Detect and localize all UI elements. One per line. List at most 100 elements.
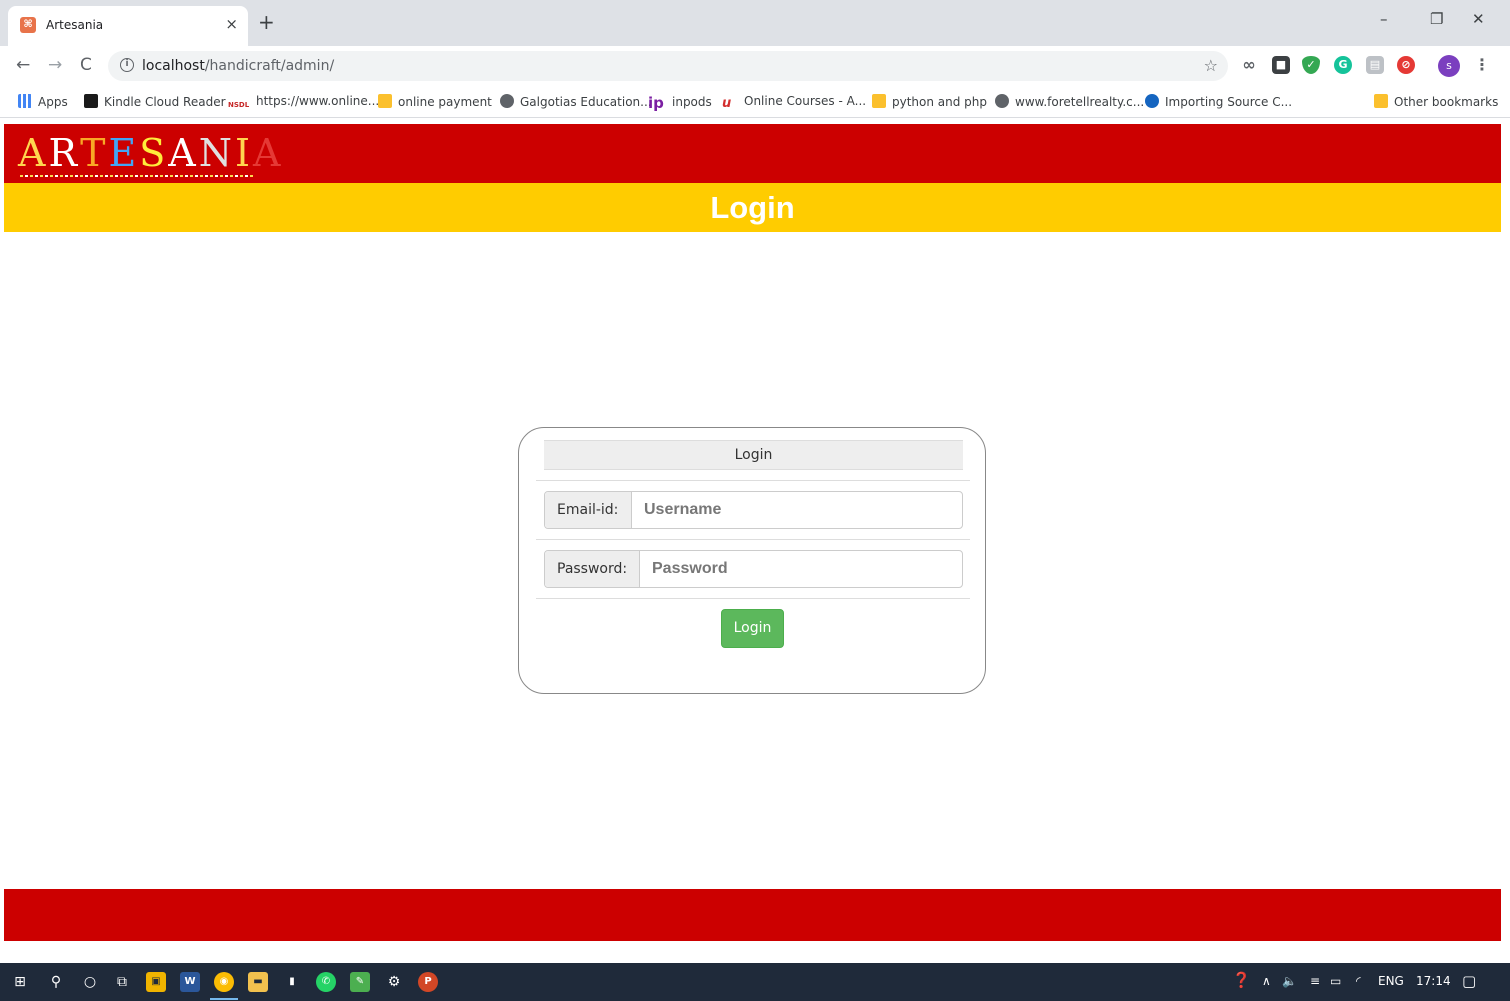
page-title: Login <box>710 190 795 225</box>
login-button[interactable]: Login <box>721 609 784 648</box>
cube-extension-icon[interactable]: ■ <box>1272 56 1290 74</box>
help-icon[interactable]: ❓ <box>1232 971 1251 989</box>
shield-extension-icon[interactable]: ✓ <box>1302 56 1320 74</box>
store-icon[interactable]: ▣ <box>146 972 166 992</box>
tab-title: Artesania <box>46 18 104 32</box>
network-icon[interactable]: ≡ <box>1310 974 1320 988</box>
search-icon[interactable]: ⚲ <box>46 972 66 992</box>
logo-letter: A <box>168 131 199 175</box>
divider <box>536 539 970 540</box>
email-label: Email-id: <box>545 492 632 528</box>
wifi-icon[interactable]: ◜ <box>1356 974 1361 988</box>
browser-menu-icon[interactable]: ⋮ <box>1474 55 1490 74</box>
bookmark-galgotias[interactable]: Galgotias Education... <box>500 94 652 109</box>
login-form: Login Email-id: Password: Login <box>518 427 986 694</box>
udemy-icon: u <box>722 96 732 111</box>
address-bar[interactable]: i localhost/handicraft/admin/ ☆ <box>108 51 1228 81</box>
bookmark-label: python and php <box>892 95 988 109</box>
powerpoint-icon[interactable]: P <box>418 972 438 992</box>
site-info-icon[interactable]: i <box>120 58 134 72</box>
web-page: ARTESANIA Login Login Email-id: Password… <box>4 124 1501 941</box>
bookmark-other[interactable]: Other bookmarks <box>1374 94 1498 109</box>
url-path: /handicraft/admin/ <box>204 58 335 74</box>
grammarly-extension-icon[interactable]: G <box>1334 56 1352 74</box>
address-url: localhost/handicraft/admin/ <box>142 58 334 74</box>
file-explorer-icon[interactable]: ▬ <box>248 972 268 992</box>
importing-source-icon <box>1145 94 1159 108</box>
tray-chevron-icon[interactable]: ∧ <box>1262 974 1271 988</box>
folder-icon <box>378 94 392 108</box>
divider <box>536 598 970 599</box>
chrome-icon[interactable]: ◉ <box>210 972 238 1000</box>
inpods-icon: ip <box>648 94 664 112</box>
window-close-button[interactable]: ✕ <box>1472 10 1485 28</box>
password-label: Password: <box>545 551 640 587</box>
bookmark-kindle[interactable]: Kindle Cloud Reader <box>84 94 226 109</box>
site-header: ARTESANIA <box>4 124 1501 183</box>
volume-icon[interactable]: 🔈 <box>1282 974 1297 988</box>
infinity-extension-icon[interactable]: ∞ <box>1240 56 1258 74</box>
document-icon[interactable]: ▮ <box>282 972 302 992</box>
site-footer <box>4 889 1501 941</box>
windows-start-icon[interactable]: ⊞ <box>10 972 30 992</box>
password-input[interactable] <box>640 551 962 587</box>
bookmark-label: www.foretellrealty.c... <box>1015 95 1145 109</box>
page-title-bar: Login <box>4 183 1501 232</box>
bookmark-label: Importing Source C... <box>1165 95 1293 109</box>
reload-icon[interactable]: C <box>80 55 92 75</box>
whatsapp-icon[interactable]: ✆ <box>316 972 336 992</box>
bookmark-foretellrealty[interactable]: www.foretellrealty.c... <box>995 94 1144 109</box>
bookmark-inpods[interactable]: ip inpods <box>648 94 712 112</box>
tab-close-icon[interactable]: × <box>225 15 238 33</box>
cortana-icon[interactable]: ○ <box>80 972 100 992</box>
new-tab-button[interactable]: + <box>258 12 275 32</box>
logo-letter: N <box>198 131 235 175</box>
bookmark-online-courses[interactable]: u Online Courses - A... <box>722 94 867 111</box>
task-view-icon[interactable]: ⧉ <box>112 972 132 992</box>
clock[interactable]: 17:14 <box>1416 974 1451 988</box>
bookmark-importing-source[interactable]: Importing Source C... <box>1145 94 1292 109</box>
bookmark-label: Other bookmarks <box>1394 95 1499 109</box>
forward-arrow-icon[interactable]: → <box>48 55 62 75</box>
bookmarks-bar: Apps Kindle Cloud Reader NSDL https://www… <box>0 86 1510 118</box>
bookmark-nsdl[interactable]: NSDL https://www.online... <box>228 94 379 115</box>
apps-grid-icon <box>18 94 32 108</box>
language-indicator[interactable]: ENG <box>1378 974 1404 988</box>
folder-icon <box>872 94 886 108</box>
profile-avatar[interactable]: s <box>1438 55 1460 77</box>
notepad-icon[interactable]: ✎ <box>350 972 370 992</box>
artesania-logo[interactable]: ARTESANIA <box>18 132 283 174</box>
window-maximize-button[interactable]: ❐ <box>1430 10 1443 28</box>
logo-letter: R <box>48 131 81 175</box>
logo-letter: A <box>18 131 49 175</box>
folder-icon <box>1374 94 1388 108</box>
bookmark-label: Online Courses - A... <box>744 94 867 108</box>
site-favicon-icon: ⌘ <box>20 17 36 33</box>
clipboard-extension-icon[interactable]: ▤ <box>1366 56 1384 74</box>
email-input[interactable] <box>632 492 962 528</box>
bookmark-apps[interactable]: Apps <box>18 94 68 109</box>
divider <box>536 480 970 481</box>
bookmark-online-payment[interactable]: online payment <box>378 94 492 109</box>
notifications-icon[interactable]: ▢ <box>1462 972 1476 990</box>
email-input-group: Email-id: <box>544 491 963 529</box>
bookmark-star-icon[interactable]: ☆ <box>1204 56 1218 75</box>
kindle-icon <box>84 94 98 108</box>
logo-letter: A <box>252 131 284 175</box>
login-form-heading: Login <box>544 440 963 470</box>
windows-taskbar: ⊞ ⚲ ○ ⧉ ▣ W ◉ ▬ ▮ ✆ ✎ ⚙ P ❓ ∧ 🔈 ≡ ▭ ◜ EN… <box>0 963 1510 1001</box>
logo-letter: I <box>234 131 253 175</box>
bookmark-python-php[interactable]: python and php <box>872 94 987 109</box>
word-icon[interactable]: W <box>180 972 200 992</box>
logo-dotted-underline <box>20 175 254 177</box>
adblock-extension-icon[interactable]: ⊘ <box>1397 56 1415 74</box>
window-minimize-button[interactable]: – <box>1380 10 1388 28</box>
browser-tab-artesania[interactable]: ⌘ Artesania × <box>8 6 248 46</box>
password-input-group: Password: <box>544 550 963 588</box>
battery-icon[interactable]: ▭ <box>1330 974 1341 988</box>
logo-letter: E <box>108 131 140 175</box>
bookmark-label: Galgotias Education... <box>520 95 652 109</box>
back-arrow-icon[interactable]: ← <box>16 55 30 75</box>
settings-gear-icon[interactable]: ⚙ <box>384 972 404 992</box>
globe-icon <box>995 94 1009 108</box>
